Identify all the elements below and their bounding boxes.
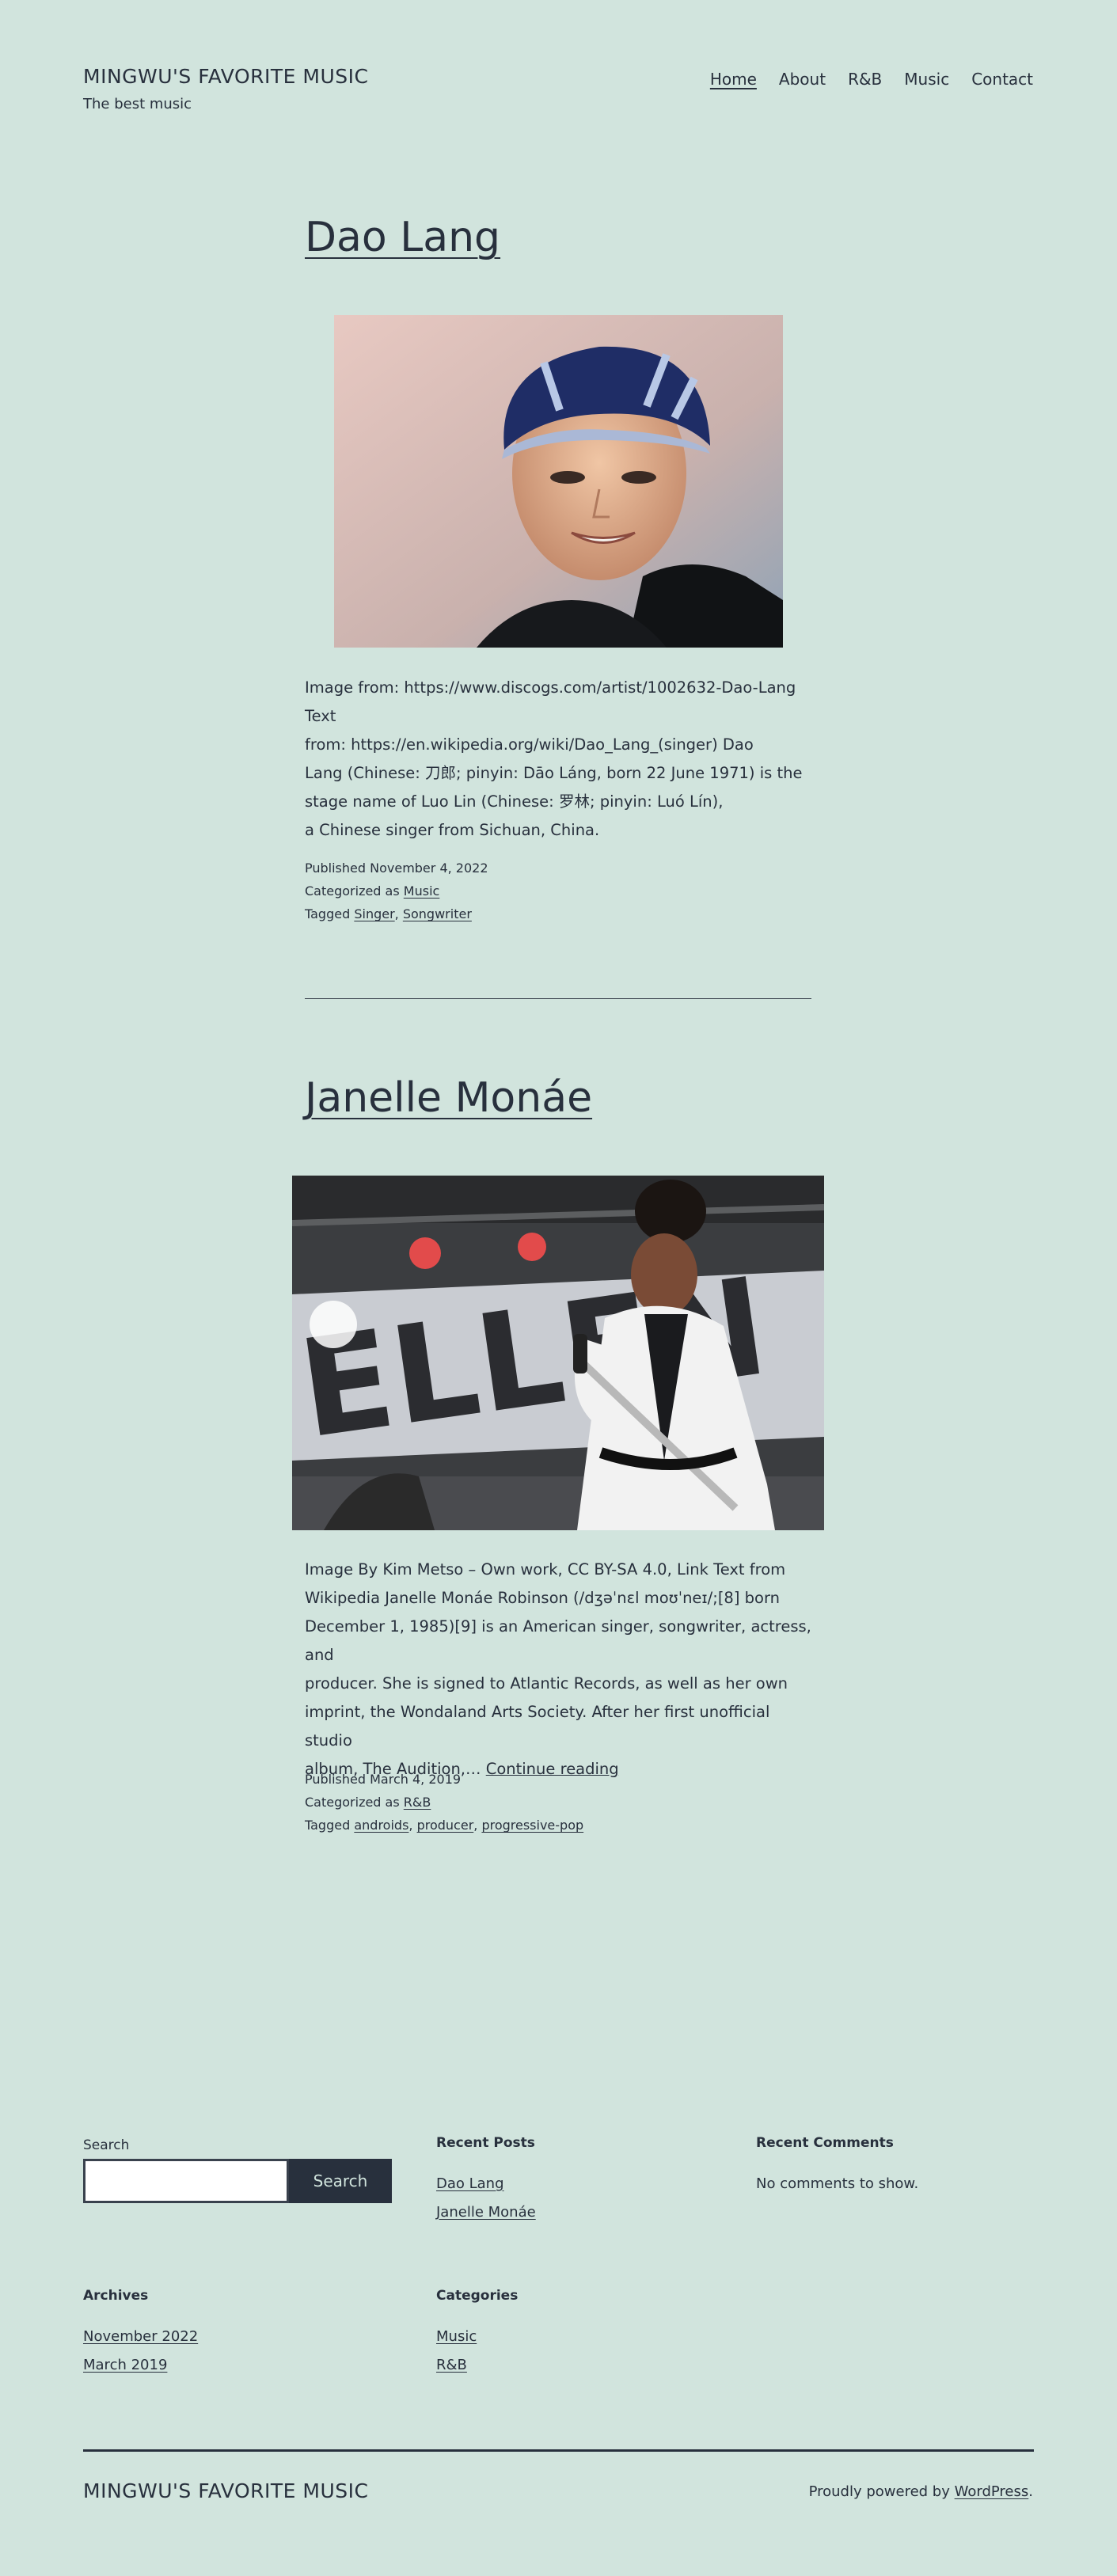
category-item: R&B [436, 2351, 518, 2380]
archive-link[interactable]: November 2022 [83, 2328, 198, 2345]
post-separator [305, 998, 811, 999]
excerpt-line: a Chinese singer from Sichuan, China. [305, 821, 600, 839]
recent-post-link[interactable]: Dao Lang [436, 2175, 504, 2192]
post-categories: Categorized as R&B [305, 1791, 583, 1814]
portrait-photo-icon[interactable] [334, 315, 783, 648]
nav-item-music[interactable]: Music [904, 70, 949, 89]
powered-by: Proudly powered by WordPress. [809, 2483, 1033, 2500]
footer-divider [83, 2449, 1034, 2452]
categorized-label: Categorized as [305, 883, 400, 899]
excerpt-line: producer. She is signed to Atlantic Reco… [305, 1674, 788, 1693]
recent-post-item: Janelle Monáe [436, 2198, 536, 2227]
post-title-link[interactable]: Janelle Monáe [305, 1074, 592, 1122]
published-date: Published November 4, 2022 [305, 861, 488, 876]
recent-comments-title: Recent Comments [756, 2135, 894, 2151]
post-title-link[interactable]: Dao Lang [305, 214, 500, 261]
excerpt-line: from: https://en.wikipedia.org/wiki/Dao_… [305, 735, 754, 754]
archive-item: November 2022 [83, 2323, 198, 2351]
footer-site-title[interactable]: MINGWU'S FAVORITE MUSIC [83, 2479, 368, 2502]
excerpt-line: Wikipedia Janelle Monáe Robinson (/dʒəˈn… [305, 1589, 780, 1607]
powered-suffix: . [1028, 2483, 1033, 2500]
nav-item-contact[interactable]: Contact [971, 70, 1033, 89]
post-title: Janelle Monáe [305, 1074, 592, 1122]
category-link[interactable]: Music [404, 883, 440, 899]
post-meta: Published March 4, 2019 Categorized as R… [305, 1768, 583, 1837]
published-date: Published March 4, 2019 [305, 1772, 462, 1787]
recent-post-link[interactable]: Janelle Monáe [436, 2204, 536, 2221]
tag-link[interactable]: progressive-pop [481, 1818, 583, 1833]
post-title: Dao Lang [305, 214, 500, 261]
excerpt-line: Image By Kim Metso – Own work, CC BY-SA … [305, 1560, 786, 1579]
category-link[interactable]: R&B [404, 1795, 431, 1810]
excerpt-line: Image from: https://www.discogs.com/arti… [305, 678, 796, 725]
archives-widget: Archives November 2022 March 2019 [83, 2288, 198, 2380]
search-label: Search [83, 2137, 130, 2153]
recent-posts-title: Recent Posts [436, 2135, 535, 2151]
tag-link[interactable]: androids [354, 1818, 408, 1833]
nav-item-rnb[interactable]: R&B [848, 70, 882, 89]
wordpress-link[interactable]: WordPress [955, 2483, 1029, 2500]
site-title[interactable]: MINGWU'S FAVORITE MUSIC [83, 65, 368, 88]
search-button[interactable]: Search [289, 2159, 392, 2203]
post-excerpt: Image from: https://www.discogs.com/arti… [305, 674, 811, 845]
search-input[interactable] [83, 2159, 289, 2203]
recent-comments-widget: Recent Comments No comments to show. [756, 2135, 918, 2198]
excerpt-line: imprint, the Wondaland Arts Society. Aft… [305, 1703, 770, 1750]
dao-lang-photo [334, 315, 783, 648]
category-item: Music [436, 2323, 518, 2351]
recent-post-item: Dao Lang [436, 2170, 536, 2198]
primary-navigation: Home About R&B Music Contact [710, 70, 1033, 89]
tag-link[interactable]: Songwriter [403, 906, 472, 921]
categorized-label: Categorized as [305, 1795, 400, 1810]
nav-item-about[interactable]: About [779, 70, 826, 89]
post-tags: Tagged androids, producer, progressive-p… [305, 1818, 584, 1833]
post-meta: Published November 4, 2022 Categorized a… [305, 857, 488, 925]
search-form: Search [83, 2159, 395, 2207]
excerpt-line: December 1, 1985)[9] is an American sing… [305, 1617, 811, 1664]
post-categories: Categorized as Music [305, 880, 488, 902]
tag-link[interactable]: producer [417, 1818, 474, 1833]
categories-title: Categories [436, 2288, 519, 2304]
archive-item: March 2019 [83, 2351, 198, 2380]
site-description: The best music [83, 96, 192, 112]
categories-widget: Categories Music R&B [436, 2288, 518, 2380]
post-excerpt: Image By Kim Metso – Own work, CC BY-SA … [305, 1556, 811, 1784]
category-widget-link[interactable]: Music [436, 2328, 477, 2345]
tagged-label: Tagged [305, 1818, 351, 1833]
recent-posts-widget: Recent Posts Dao Lang Janelle Monáe [436, 2135, 536, 2227]
archives-title: Archives [83, 2288, 149, 2304]
janelle-monae-photo: ELLEN [292, 1176, 824, 1530]
category-widget-link[interactable]: R&B [436, 2357, 467, 2373]
post-tags: Tagged Singer, Songwriter [305, 906, 472, 921]
powered-prefix: Proudly powered by [808, 2483, 950, 2500]
concert-photo-icon[interactable]: ELLEN [292, 1176, 824, 1530]
tagged-label: Tagged [305, 906, 351, 921]
nav-item-home[interactable]: Home [710, 70, 757, 89]
no-comments-text: No comments to show. [756, 2175, 919, 2192]
archive-link[interactable]: March 2019 [83, 2357, 167, 2373]
tag-link[interactable]: Singer [354, 906, 394, 921]
excerpt-line: Lang (Chinese: 刀郎; pinyin: Dāo Láng, bor… [305, 764, 803, 782]
excerpt-line: stage name of Luo Lin (Chinese: 罗林; piny… [305, 792, 724, 811]
